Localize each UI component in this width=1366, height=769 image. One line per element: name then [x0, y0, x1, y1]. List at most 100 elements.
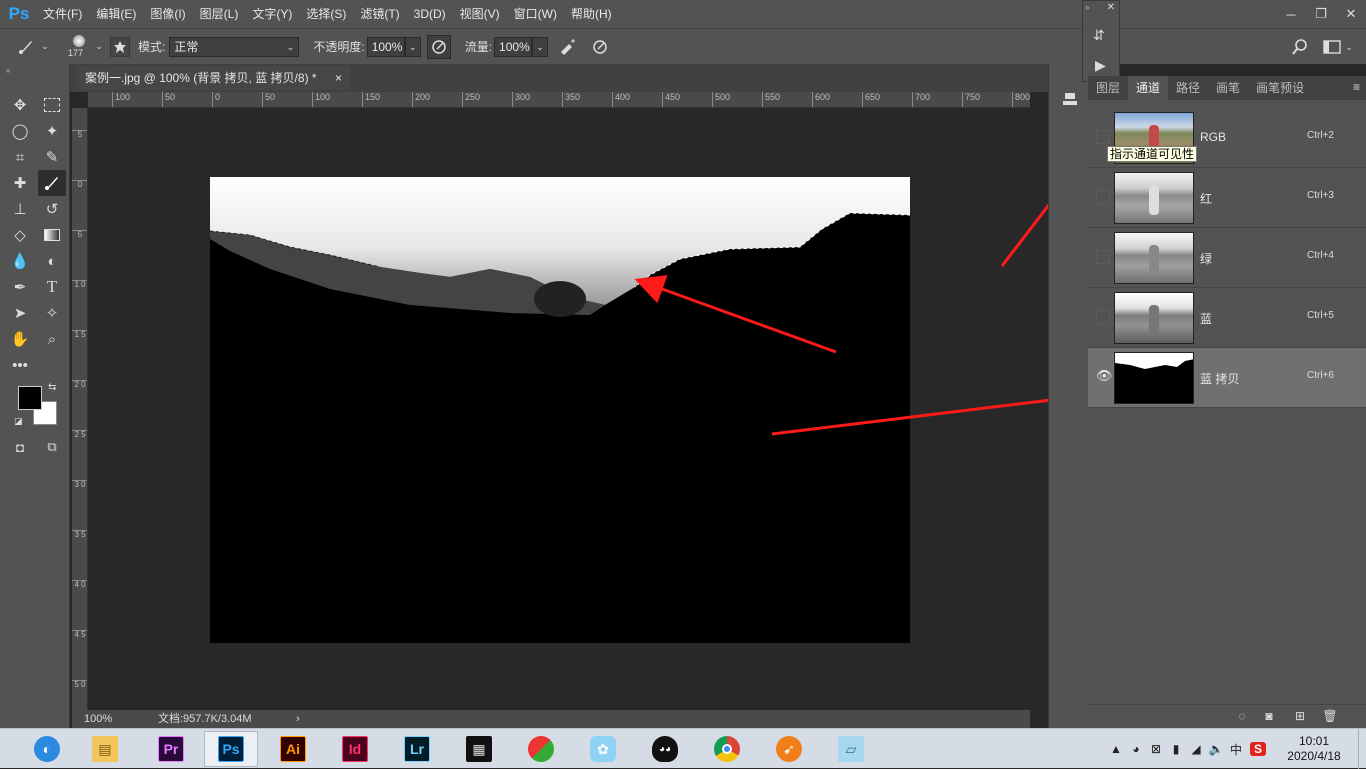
clock[interactable]: 10:01 2020/4/18 [1270, 734, 1358, 764]
type-tool-icon[interactable]: T [38, 274, 66, 300]
more-tools-icon[interactable]: ••• [6, 352, 34, 378]
menu-filter[interactable]: 滤镜(T) [353, 0, 406, 28]
menu-view[interactable]: 视图(V) [453, 0, 507, 28]
taskbar-app-video[interactable]: ▦ [452, 731, 506, 767]
gradient-tool-icon[interactable] [38, 222, 66, 248]
crop-tool-icon[interactable]: ⌗ [6, 144, 34, 170]
menu-3d[interactable]: 3D(D) [407, 0, 453, 28]
menu-window[interactable]: 窗口(W) [507, 0, 564, 28]
new-channel-icon[interactable]: ⊞ [1292, 709, 1308, 725]
collapse-icon[interactable]: » [1085, 3, 1089, 12]
qq-tray-icon[interactable]: ◕ [1126, 742, 1146, 756]
play-action-icon[interactable]: ▶ [1095, 57, 1106, 74]
taskbar-app-explorer[interactable]: ▤ [78, 731, 132, 767]
taskbar-app-umbrella[interactable] [514, 731, 568, 767]
trash-icon[interactable]: 🗑 [1322, 709, 1338, 725]
eye-icon[interactable]: 👁 [1096, 369, 1113, 384]
zoom-tool-icon[interactable]: ⌕ [38, 326, 66, 352]
chevron-down-icon[interactable]: ⌄ [92, 35, 106, 59]
document-tab[interactable]: 案例一.jpg @ 100% (背景 拷贝, 蓝 拷贝/8) * × [76, 66, 350, 90]
status-menu-arrow[interactable]: › [296, 710, 300, 728]
taskbar-app-illustrator[interactable]: Ai [266, 731, 320, 767]
foreground-color-swatch[interactable] [18, 386, 42, 410]
tab-brush[interactable]: 画笔 [1208, 76, 1248, 100]
zoom-level[interactable]: 100% [84, 710, 112, 728]
default-colors-icon[interactable]: ◪ [14, 416, 23, 427]
taskbar-app-lightroom[interactable]: Lr [390, 731, 444, 767]
visibility-toggle[interactable] [1096, 310, 1110, 324]
clone-stamp-tool-icon[interactable]: ⊥ [6, 196, 34, 222]
swap-colors-icon[interactable]: ⇆ [48, 382, 56, 393]
move-tool-icon[interactable]: ✥ [6, 92, 34, 118]
close-window-icon[interactable]: ✕ [1336, 0, 1366, 28]
panel-menu-icon[interactable]: ≡ [1353, 80, 1360, 94]
volume-icon[interactable]: 🔈 [1206, 742, 1226, 756]
pen-tool-icon[interactable]: ✒ [6, 274, 34, 300]
history-icon[interactable]: ⇵ [1093, 27, 1105, 44]
menu-edit[interactable]: 编辑(E) [89, 0, 143, 28]
clone-source-icon[interactable] [1059, 88, 1081, 110]
visibility-toggle[interactable] [1096, 130, 1110, 144]
pressure-size-icon[interactable] [588, 35, 612, 59]
menu-layer[interactable]: 图层(L) [193, 0, 246, 28]
restore-icon[interactable]: ❐ [1306, 0, 1336, 28]
channel-row-green[interactable]: 绿 Ctrl+4 [1088, 228, 1366, 288]
menu-select[interactable]: 选择(S) [299, 0, 353, 28]
tab-paths[interactable]: 路径 [1168, 76, 1208, 100]
search-icon[interactable] [1288, 35, 1312, 59]
brush-tool-preset-icon[interactable] [14, 35, 38, 59]
tab-layers[interactable]: 图层 [1088, 76, 1128, 100]
brush-panel-toggle-icon[interactable] [110, 36, 130, 57]
save-selection-icon[interactable]: ◙ [1261, 709, 1277, 725]
opacity-dropdown-icon[interactable]: ⌄ [404, 36, 421, 57]
eyedropper-tool-icon[interactable]: ✎ [38, 144, 66, 170]
chevron-down-icon[interactable]: ⌄ [1342, 35, 1356, 59]
minimize-icon[interactable]: ─ [1276, 0, 1306, 28]
mode-select[interactable]: 正常 ⌄ [169, 36, 300, 57]
menu-type[interactable]: 文字(Y) [245, 0, 299, 28]
taskbar-app-photoshop[interactable]: Ps [204, 731, 258, 767]
battery-icon[interactable]: ▮ [1166, 742, 1186, 756]
tab-channels[interactable]: 通道 [1128, 76, 1169, 100]
hand-tool-icon[interactable]: ✋ [6, 326, 34, 352]
lasso-tool-icon[interactable]: ◯ [6, 118, 34, 144]
ime-indicator[interactable]: 中 [1226, 741, 1246, 758]
workspace-icon[interactable] [1320, 35, 1344, 59]
tab-brush-presets[interactable]: 画笔预设 [1248, 76, 1312, 100]
show-hidden-icons[interactable]: ▲ [1106, 742, 1126, 756]
shape-tool-icon[interactable]: ✧ [38, 300, 66, 326]
magic-wand-tool-icon[interactable]: ✦ [38, 118, 66, 144]
taskbar-app-qq[interactable]: ◕◕ [638, 731, 692, 767]
close-icon[interactable]: ✕ [1107, 2, 1115, 13]
blur-tool-icon[interactable]: 💧 [6, 248, 34, 274]
path-selection-tool-icon[interactable]: ➤ [6, 300, 34, 326]
flow-dropdown-icon[interactable]: ⌄ [532, 36, 549, 57]
close-tab-icon[interactable]: × [335, 66, 342, 90]
brush-size-picker[interactable]: 177 [68, 32, 92, 62]
screen-mode-icon[interactable]: ⧉ [38, 434, 66, 460]
healing-brush-tool-icon[interactable]: ✚ [6, 170, 34, 196]
airbrush-icon[interactable] [556, 35, 580, 59]
flow-input[interactable]: 100% [494, 36, 533, 57]
visibility-toggle[interactable] [1096, 190, 1110, 204]
show-desktop-button[interactable] [1358, 729, 1366, 769]
sogou-icon[interactable]: S [1250, 742, 1266, 756]
menu-file[interactable]: 文件(F) [36, 0, 89, 28]
channel-row-blue[interactable]: 蓝 Ctrl+5 [1088, 288, 1366, 348]
load-selection-icon[interactable]: ◌ [1234, 709, 1250, 725]
visibility-toggle[interactable] [1096, 250, 1110, 264]
taskbar-app-chrome[interactable] [700, 731, 754, 767]
document-image[interactable] [210, 177, 910, 643]
network-error-icon[interactable]: ⊠ [1146, 742, 1166, 756]
taskbar-app-indesign[interactable]: Id [328, 731, 382, 767]
marquee-tool-icon[interactable] [38, 92, 66, 118]
channel-row-red[interactable]: 红 Ctrl+3 [1088, 168, 1366, 228]
taskbar-app-notepad[interactable]: ▱ [824, 731, 878, 767]
dodge-tool-icon[interactable]: ◐ [38, 248, 66, 274]
taskbar-app-premiere[interactable]: Pr [144, 731, 198, 767]
chevron-down-icon[interactable]: ⌄ [38, 35, 52, 59]
wifi-icon[interactable]: ◢ [1186, 742, 1206, 756]
history-brush-tool-icon[interactable]: ↺ [38, 196, 66, 222]
eraser-tool-icon[interactable]: ◇ [6, 222, 34, 248]
taskbar-app-foxmail[interactable]: ➹ [762, 731, 816, 767]
